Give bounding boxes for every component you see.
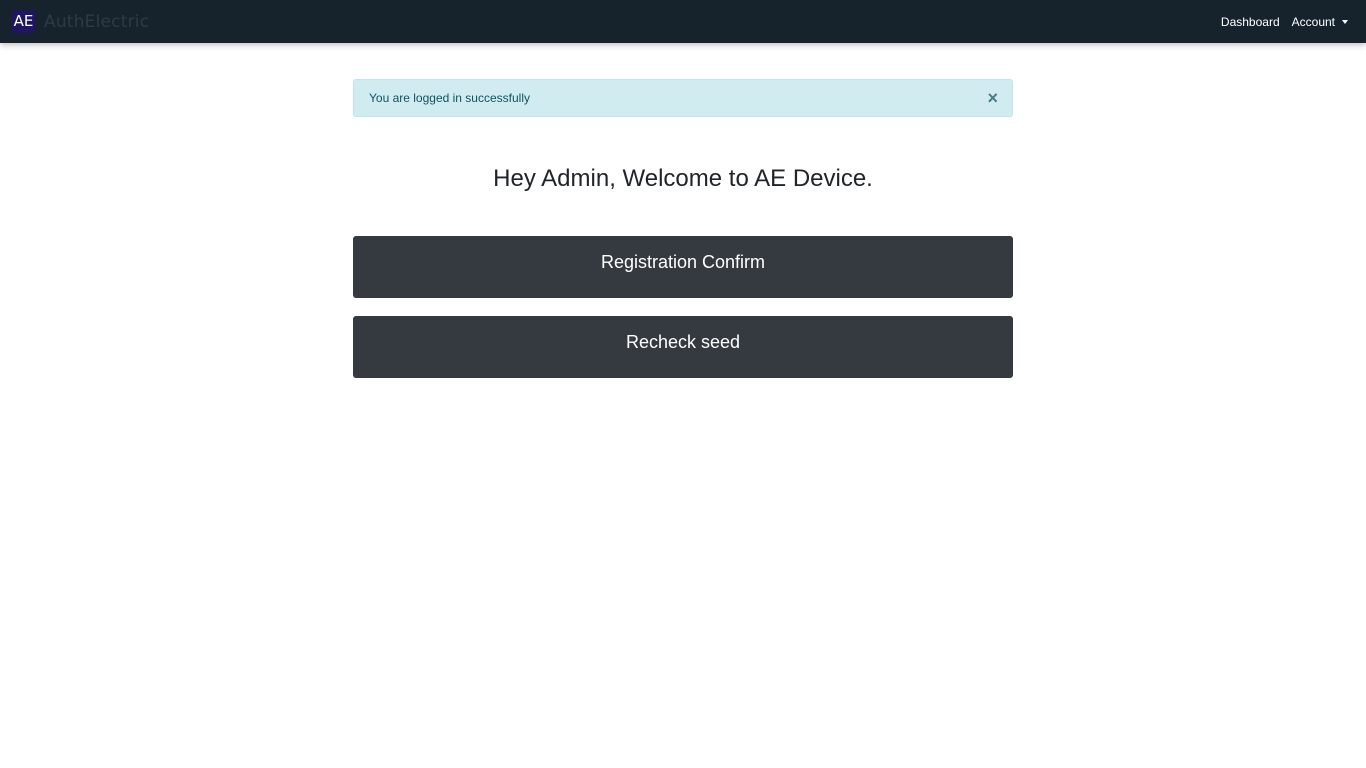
welcome-heading: Hey Admin, Welcome to AE Device. xyxy=(493,165,873,192)
registration-confirm-button[interactable]: Registration Confirm xyxy=(353,236,1013,298)
recheck-seed-button[interactable]: Recheck seed xyxy=(353,316,1013,378)
alert-message: You are logged in successfully xyxy=(369,91,530,105)
brand-logo: AE xyxy=(12,10,35,33)
close-icon[interactable]: × xyxy=(987,89,998,107)
nav-right-menu: Dashboard Account xyxy=(1221,0,1348,43)
caret-down-icon xyxy=(1342,20,1348,24)
success-alert: You are logged in successfully × xyxy=(353,79,1013,117)
brand-link[interactable]: AE AuthElectric xyxy=(12,10,149,33)
nav-link-dashboard[interactable]: Dashboard xyxy=(1221,15,1280,29)
nav-account-dropdown[interactable]: Account xyxy=(1292,15,1348,29)
brand-name: AuthElectric xyxy=(44,11,150,32)
nav-account-label: Account xyxy=(1291,14,1335,29)
main-container: You are logged in successfully × Hey Adm… xyxy=(353,79,1013,378)
top-navbar: AE AuthElectric Dashboard Account xyxy=(0,0,1366,43)
